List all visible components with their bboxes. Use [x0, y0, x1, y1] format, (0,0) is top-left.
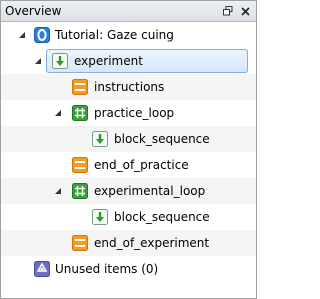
tree-item-tutorial[interactable]: Tutorial: Gaze cuing [1, 22, 256, 48]
sequence-icon [92, 209, 108, 225]
tree-item-label: block_sequence [114, 132, 210, 146]
expanded-arrow-icon[interactable] [34, 57, 42, 65]
tree-item-block-sequence[interactable]: block_sequence [1, 126, 256, 152]
expanded-arrow-icon[interactable] [54, 109, 62, 117]
tree-item-experimental-loop[interactable]: experimental_loop [1, 178, 256, 204]
opensesame-icon [34, 27, 50, 43]
overview-tree: Tutorial: Gaze cuing experiment instruct… [1, 22, 256, 298]
expanded-arrow-icon[interactable] [54, 187, 62, 195]
sequence-icon [92, 131, 108, 147]
sketchpad-icon [72, 79, 88, 95]
tree-item-experiment[interactable]: experiment [1, 48, 256, 74]
tree-item-practice-loop[interactable]: practice_loop [1, 100, 256, 126]
tree-item-label: Tutorial: Gaze cuing [55, 28, 174, 42]
panel-title: Overview [5, 4, 62, 18]
tree-item-label: experimental_loop [94, 184, 206, 198]
tree-item-instructions[interactable]: instructions [1, 74, 256, 100]
tree-item-end-of-practice[interactable]: end_of_practice [1, 152, 256, 178]
panel-titlebar: Overview [1, 1, 256, 22]
sequence-icon [52, 53, 68, 69]
tree-item-label: instructions [94, 80, 165, 94]
sketchpad-icon [72, 157, 88, 173]
tree-item-label: end_of_experiment [94, 236, 210, 250]
tree-item-label: end_of_practice [94, 158, 189, 172]
loop-icon [72, 105, 88, 121]
tree-item-label: experiment [74, 54, 143, 68]
overview-panel: Overview Tutorial: Gaze cuing experiment… [0, 0, 257, 299]
tree-item-label: Unused items (0) [55, 262, 159, 276]
tree-item-end-of-experiment[interactable]: end_of_experiment [1, 230, 256, 256]
float-panel-icon[interactable] [221, 4, 235, 18]
expanded-arrow-icon[interactable] [18, 31, 26, 39]
close-panel-icon[interactable] [238, 4, 252, 18]
tree-item-label: practice_loop [94, 106, 175, 120]
tree-item-block-sequence[interactable]: block_sequence [1, 204, 256, 230]
recycle-icon [34, 261, 50, 277]
loop-icon [72, 183, 88, 199]
tree-item-unused-items[interactable]: Unused items (0) [1, 256, 256, 282]
tree-item-label: block_sequence [114, 210, 210, 224]
sketchpad-icon [72, 235, 88, 251]
